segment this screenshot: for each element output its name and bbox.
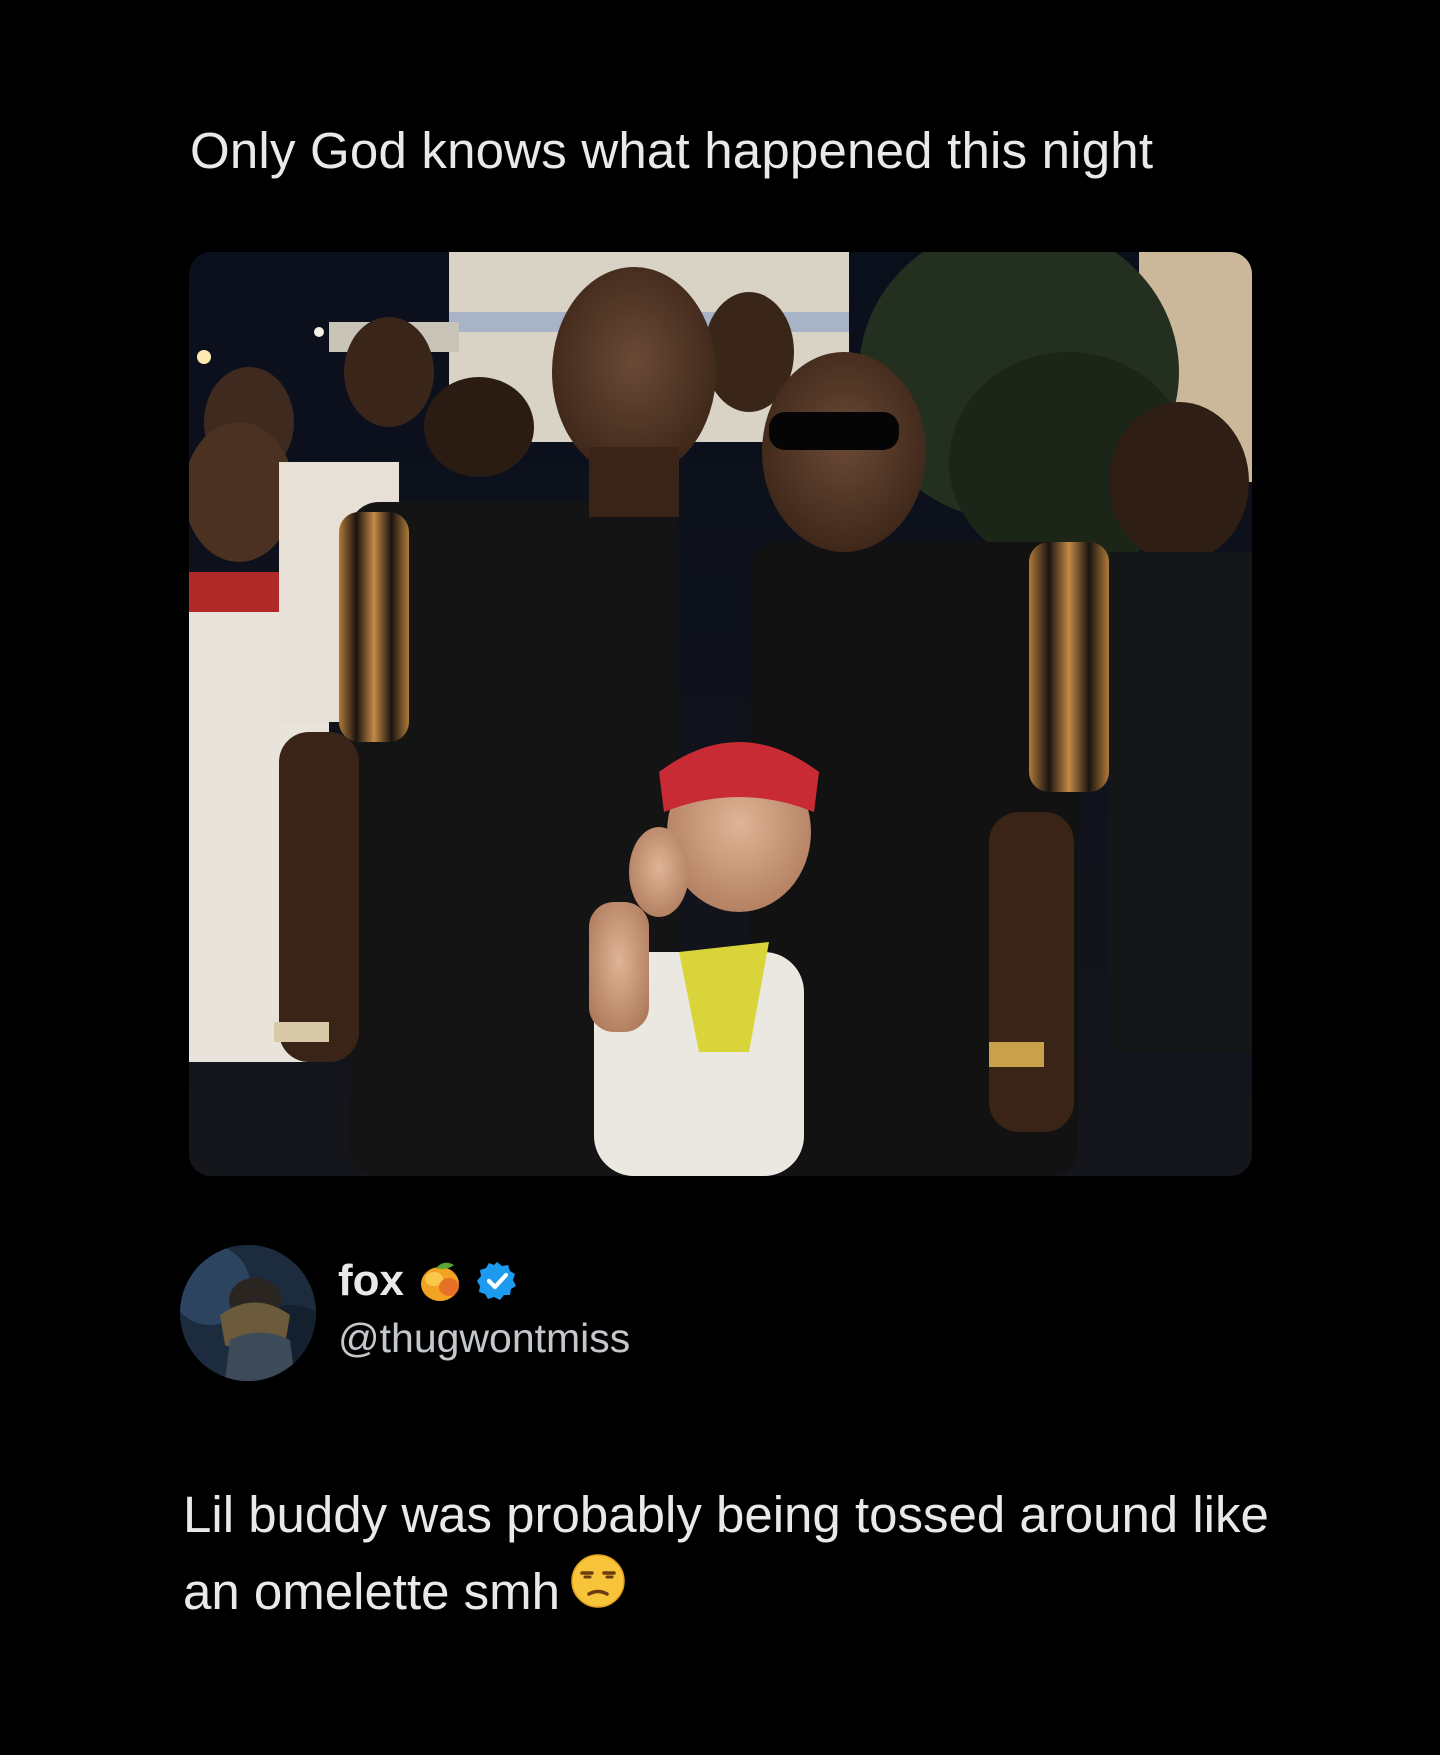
quoted-tweet-text: Only God knows what happened this night	[190, 122, 1154, 179]
avatar-image	[180, 1245, 316, 1381]
avatar[interactable]	[180, 1245, 316, 1381]
mango-icon	[416, 1257, 464, 1305]
name-row: fox	[338, 1253, 518, 1309]
display-name[interactable]: fox	[338, 1256, 404, 1306]
tweet-text: Lil buddy was probably being tossed arou…	[183, 1476, 1333, 1634]
tweet-author[interactable]: fox @thugwontmiss	[180, 1245, 880, 1385]
author-handle[interactable]: @thugwontmiss	[338, 1315, 630, 1362]
photo-image	[189, 252, 1252, 1176]
unamused-face-icon	[570, 1553, 626, 1630]
verified-badge-icon	[476, 1260, 518, 1302]
tweet-text-content: Lil buddy was probably being tossed arou…	[183, 1486, 1269, 1620]
tweet-photo[interactable]	[189, 252, 1252, 1176]
